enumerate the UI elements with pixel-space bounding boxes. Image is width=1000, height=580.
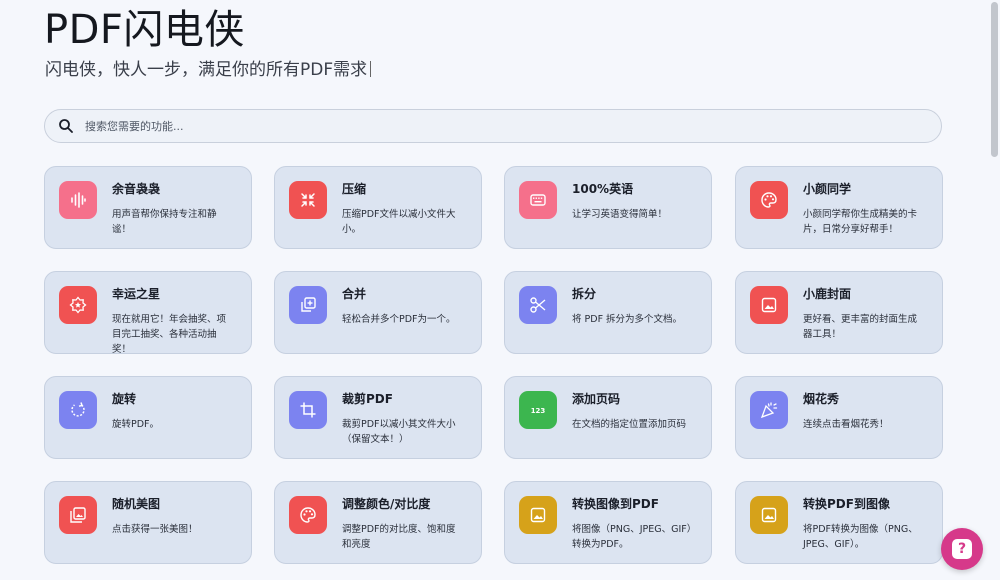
image-icon <box>519 496 557 534</box>
tool-card[interactable]: 转换图像到PDF 将图像（PNG、JPEG、GIF）转换为PDF。 <box>504 481 712 564</box>
tool-card[interactable]: 转换PDF到图像将PDF转换为图像（PNG、JPEG、GIF）。 <box>735 481 943 564</box>
page-title: PDF闪电侠 <box>44 7 245 53</box>
tool-card-title: 裁剪PDF <box>342 392 393 406</box>
tool-card-description: 更好看、更丰富的封面生成器工具！ <box>803 314 918 340</box>
search-bar[interactable] <box>44 109 942 143</box>
tool-card-title: 随机美图 <box>112 497 161 511</box>
tool-card[interactable]: 旋转旋转PDF。 <box>44 376 252 459</box>
tool-card-description: 轻松合并多个PDF为一个。 <box>342 314 456 325</box>
tool-card-description: 连续点击看烟花秀！ <box>803 419 889 430</box>
tool-card-description: 将 PDF 拆分为多个文档。 <box>572 314 683 325</box>
audio-wave-icon <box>59 181 97 219</box>
keyboard-icon <box>519 181 557 219</box>
tool-card-title: 转换图像到PDF <box>572 497 659 511</box>
tool-card-title: 小颜同学 <box>803 182 852 196</box>
tool-card[interactable]: 随机美图点击获得一张美图！ <box>44 481 252 564</box>
image-icon <box>750 496 788 534</box>
tool-card[interactable]: 小颜同学小颜同学帮你生成精美的卡片，日常分享好帮手！ <box>735 166 943 249</box>
tool-card-description: 调整PDF的对比度、饱和度和亮度 <box>342 524 456 550</box>
tool-card-description: 小颜同学帮你生成精美的卡片，日常分享好帮手！ <box>803 209 918 235</box>
crop-icon <box>289 391 327 429</box>
photo-stack-icon <box>59 496 97 534</box>
tool-card-description: 现在就用它！年会抽奖、项目完工抽奖、各种活动抽奖！ <box>112 314 227 355</box>
help-button[interactable]: ? <box>941 528 983 570</box>
tool-card-description: 点击获得一张美图！ <box>112 524 198 535</box>
tool-card-title: 转换PDF到图像 <box>803 497 890 511</box>
tool-card[interactable]: 123 添加页码在文档的指定位置添加页码 <box>504 376 712 459</box>
tool-card-title: 小鹿封面 <box>803 287 852 301</box>
tool-card-title: 幸运之星 <box>112 287 161 301</box>
palette-icon <box>289 496 327 534</box>
tool-card[interactable]: 余音袅袅用声音帮你保持专注和静谧！ <box>44 166 252 249</box>
merge-icon <box>289 286 327 324</box>
tool-card[interactable]: 压缩压缩PDF文件以减小文件大小。 <box>274 166 482 249</box>
text-caret <box>370 61 372 77</box>
palette-icon <box>750 181 788 219</box>
tool-card-title: 旋转 <box>112 392 137 406</box>
svg-text:123: 123 <box>531 407 546 415</box>
tool-card-description: 让学习英语变得简单！ <box>572 209 668 220</box>
tool-card-description: 用声音帮你保持专注和静谧！ <box>112 209 217 235</box>
tool-card-description: 将图像（PNG、JPEG、GIF）转换为PDF。 <box>572 524 692 550</box>
subtitle-text: 闪电侠，快人一步，满足你的所有PDF需求 <box>45 60 368 80</box>
help-icon: ? <box>952 539 972 559</box>
tool-card-title: 烟花秀 <box>803 392 840 406</box>
tool-card-title: 余音袅袅 <box>112 182 161 196</box>
tool-card[interactable]: 幸运之星现在就用它！年会抽奖、项目完工抽奖、各种活动抽奖！ <box>44 271 252 355</box>
compress-icon <box>289 181 327 219</box>
search-input[interactable] <box>85 111 941 141</box>
tool-card[interactable]: 烟花秀连续点击看烟花秀！ <box>735 376 943 459</box>
tool-card-description: 旋转PDF。 <box>112 419 160 430</box>
image-icon <box>750 286 788 324</box>
tool-card[interactable]: 拆分将 PDF 拆分为多个文档。 <box>504 271 712 354</box>
party-popper-icon <box>750 391 788 429</box>
tool-card-title: 拆分 <box>572 287 597 301</box>
tool-card-title: 添加页码 <box>572 392 621 406</box>
tool-card[interactable]: 调整颜色/对比度调整PDF的对比度、饱和度和亮度 <box>274 481 482 564</box>
rotate-icon <box>59 391 97 429</box>
scrollbar[interactable] <box>988 0 1000 580</box>
tool-card[interactable]: 裁剪PDF 裁剪PDF以减小其文件大小（保留文本！） <box>274 376 482 459</box>
tool-card[interactable]: 小鹿封面更好看、更丰富的封面生成器工具！ <box>735 271 943 354</box>
tool-card-title: 压缩 <box>342 182 367 196</box>
page-number-icon: 123 <box>519 391 557 429</box>
tool-card[interactable]: 100%英语让学习英语变得简单！ <box>504 166 712 249</box>
tool-card[interactable]: 合并轻松合并多个PDF为一个。 <box>274 271 482 354</box>
tool-card-title: 调整颜色/对比度 <box>342 497 431 511</box>
search-icon <box>58 118 74 134</box>
tool-card-title: 100%英语 <box>572 182 634 196</box>
tool-card-description: 将PDF转换为图像（PNG、JPEG、GIF）。 <box>803 524 918 550</box>
tool-card-description: 压缩PDF文件以减小文件大小。 <box>342 209 456 235</box>
scrollbar-thumb[interactable] <box>991 2 998 157</box>
star-badge-icon <box>59 286 97 324</box>
tool-card-title: 合并 <box>342 287 367 301</box>
tool-card-description: 裁剪PDF以减小其文件大小（保留文本！） <box>342 419 456 445</box>
page-subtitle: 闪电侠，快人一步，满足你的所有PDF需求 <box>45 58 372 82</box>
tool-card-description: 在文档的指定位置添加页码 <box>572 419 687 430</box>
scissors-icon <box>519 286 557 324</box>
